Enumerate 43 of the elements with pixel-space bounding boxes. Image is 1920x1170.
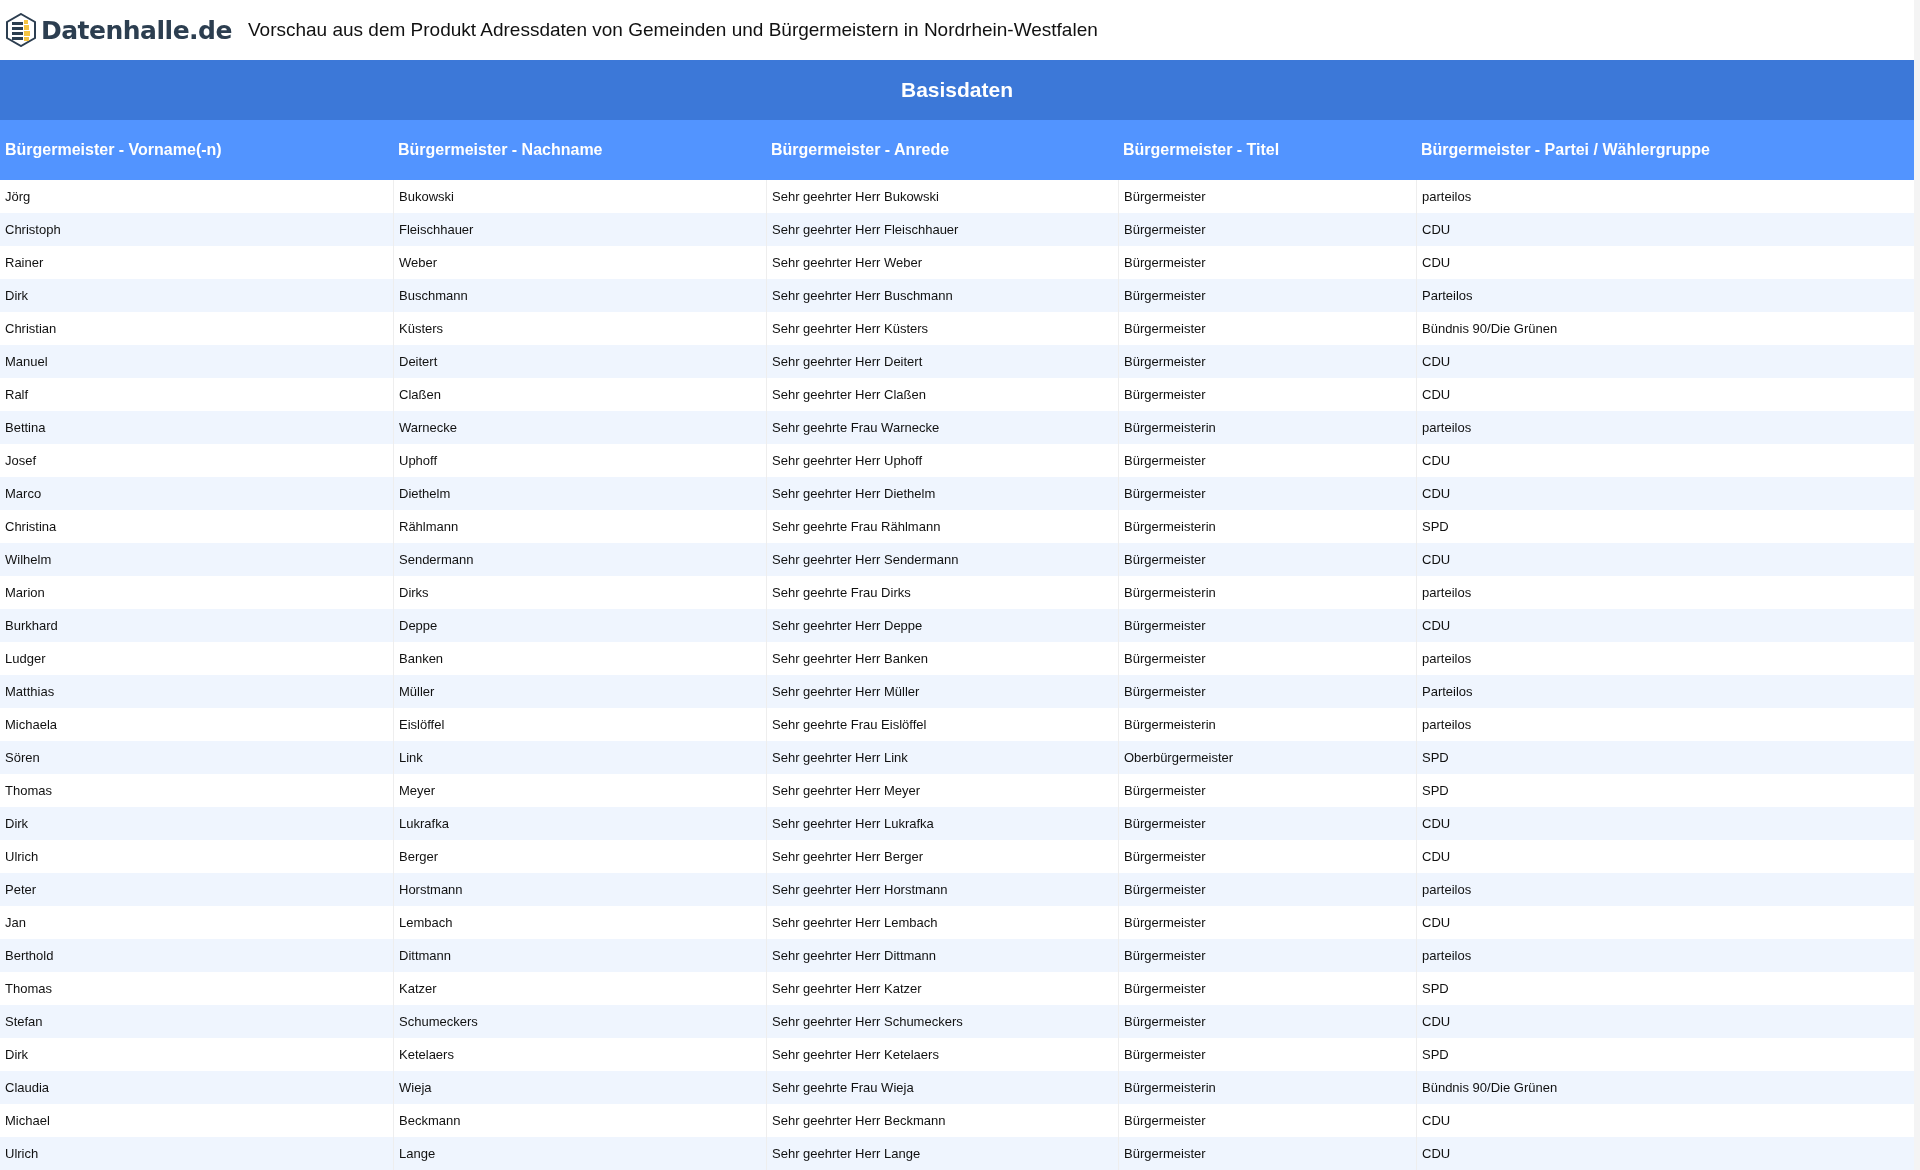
logo-icon bbox=[5, 13, 37, 47]
column-header: Bürgermeister - Anrede bbox=[770, 140, 951, 160]
table-cell-text: Bettina bbox=[4, 419, 47, 437]
table-cell-text: Josef bbox=[4, 452, 38, 470]
table-cell: CDU bbox=[1416, 1137, 1914, 1170]
table-cell-text: Rainer bbox=[4, 254, 45, 272]
table-cell-text: Ulrich bbox=[4, 848, 40, 866]
table-cell-text: Stefan bbox=[4, 1013, 44, 1031]
table-cell-text: Burkhard bbox=[4, 617, 59, 635]
table-cell-text: Jörg bbox=[4, 188, 32, 206]
table-cell-text: Sören bbox=[4, 749, 41, 767]
table-cell-text: Thomas bbox=[4, 782, 53, 800]
table-cell-text: Ralf bbox=[4, 386, 30, 404]
table-cell-text: Michaela bbox=[4, 716, 59, 734]
table-cell-text: Manuel bbox=[4, 353, 49, 371]
table-cell-text: Berthold bbox=[4, 947, 55, 965]
table-cell-text: Dirk bbox=[4, 815, 30, 833]
column-header: Bürgermeister - Vorname(-n) bbox=[4, 140, 223, 160]
logo-text: Datenhalle.de bbox=[41, 15, 232, 45]
table-cell-text: Claudia bbox=[4, 1079, 51, 1097]
table-cell: Lange bbox=[393, 1137, 766, 1170]
table-cell-text: Dirk bbox=[4, 287, 30, 305]
table-cell-text: Ludger bbox=[4, 650, 47, 668]
table-cell-text: Matthias bbox=[4, 683, 56, 701]
table-cell-text: Jan bbox=[4, 914, 27, 932]
table-cell-text: Peter bbox=[4, 881, 38, 899]
table-cell-text: Marion bbox=[4, 584, 46, 602]
column-header: Bürgermeister - Nachname bbox=[397, 140, 604, 160]
table-cell-text: Dirk bbox=[4, 1046, 30, 1064]
table-cell-text: Ulrich bbox=[4, 1145, 40, 1163]
table-cell-text: Thomas bbox=[4, 980, 53, 998]
table-cell-text: Michael bbox=[4, 1112, 51, 1130]
column-header: Bürgermeister - Titel bbox=[1122, 140, 1281, 160]
section-banner: Basisdaten bbox=[0, 60, 1914, 120]
table-cell-text: Christoph bbox=[4, 221, 62, 239]
table-cell-text: Christina bbox=[4, 518, 58, 536]
column-header: Bürgermeister - Partei / Wählergruppe bbox=[1420, 140, 1711, 160]
table-cell: Bürgermeister bbox=[1118, 1137, 1416, 1170]
table-cell-text: Christian bbox=[4, 320, 58, 338]
table-cell: Sehr geehrter Herr Lange bbox=[766, 1137, 1118, 1170]
table-cell-text: Marco bbox=[4, 485, 43, 503]
page-title: Vorschau aus dem Produkt Adressdaten von Gemeinden und Bürgermeistern in Nordrhein-Westfalen bbox=[247, 19, 1098, 41]
table-cell-text: Wilhelm bbox=[4, 551, 53, 569]
